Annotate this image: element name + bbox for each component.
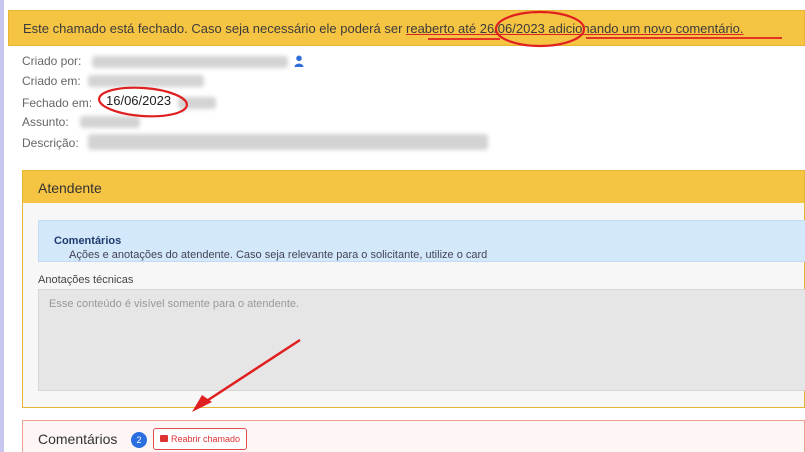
- attendant-info-text-main: Ações e anotações do atendente. Caso sej…: [69, 249, 488, 261]
- left-border: [0, 0, 4, 452]
- created-at-value-redacted: [88, 75, 204, 87]
- technical-notes-placeholder: Esse conteúdo é visível somente para o a…: [49, 298, 300, 310]
- created-by-value-redacted: [92, 56, 288, 68]
- comments-card-title: Comentários: [38, 431, 118, 447]
- comments-count-badge: 2: [131, 432, 147, 448]
- attendant-info-box: Ações e anotações do atendente. Caso sej…: [38, 220, 805, 262]
- attendant-card-title: Atendente: [38, 180, 102, 196]
- comments-card: Comentários 2 Reabrir chamado: [22, 420, 805, 452]
- reopen-ticket-label: Reabrir chamado: [171, 434, 241, 444]
- created-at-label: Criado em:: [22, 74, 81, 88]
- attendant-info-text-end: .: [69, 249, 73, 261]
- closed-alert-text: Este chamado está fechado. Caso seja nec…: [23, 21, 744, 36]
- closed-at-row: Fechado em:: [22, 96, 92, 110]
- attendant-card-header: Atendente: [23, 171, 804, 203]
- created-by-row: Criado por:: [22, 54, 81, 68]
- closed-at-label: Fechado em:: [22, 96, 93, 110]
- reopen-deadline-text: reaberto até 26/06/2023 adicionando um n…: [406, 21, 744, 36]
- description-label: Descrição:: [22, 136, 79, 150]
- reopen-ticket-button[interactable]: Reabrir chamado: [153, 428, 248, 450]
- subject-label: Assunto:: [22, 115, 69, 129]
- description-value-redacted: [88, 134, 488, 150]
- created-by-label: Criado por:: [22, 54, 82, 68]
- closed-at-value: 16/06/2023: [106, 93, 172, 108]
- subject-row: Assunto:: [22, 115, 69, 129]
- closed-alert-intro: Este chamado está fechado. Caso seja nec…: [23, 21, 407, 36]
- unlock-icon: [160, 435, 168, 442]
- user-icon[interactable]: [294, 55, 304, 67]
- description-row: Descrição:: [22, 136, 79, 150]
- created-at-row: Criado em:: [22, 74, 81, 88]
- closed-at-time-redacted: [178, 97, 216, 109]
- attendant-info-text: Ações e anotações do atendente. Caso sej…: [54, 235, 487, 261]
- comments-card-reference: Comentários: [54, 235, 122, 247]
- closed-alert: Este chamado está fechado. Caso seja nec…: [8, 10, 805, 46]
- attendant-card: Atendente Ações e anotações do atendente…: [22, 170, 805, 408]
- subject-value-redacted: [80, 116, 140, 128]
- technical-notes-field[interactable]: Esse conteúdo é visível somente para o a…: [38, 289, 805, 391]
- technical-notes-label: Anotações técnicas: [38, 274, 134, 286]
